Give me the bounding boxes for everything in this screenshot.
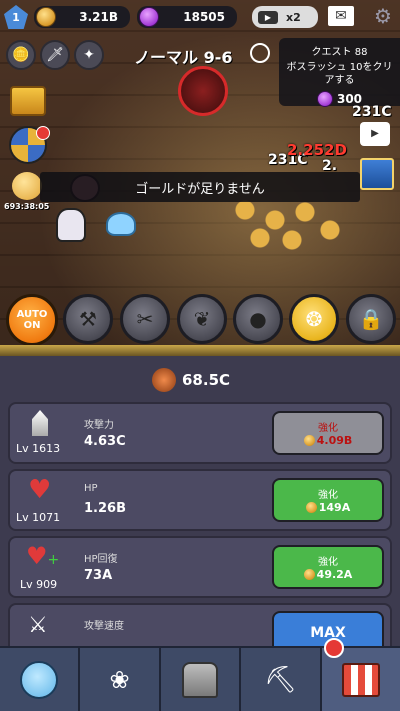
heart-icon: ♥ bbox=[28, 475, 52, 505]
treasure-chest-icon[interactable] bbox=[10, 86, 46, 116]
skill-slot-5[interactable]: ❂ bbox=[289, 294, 339, 344]
quest-panel[interactable]: クエスト 88 ボスラッシュ 10をクリアする 300 bbox=[279, 38, 400, 107]
wing-skill-icon: ❦ bbox=[193, 307, 211, 331]
slime-pet bbox=[106, 212, 136, 236]
damage-number-critical: 2.252D bbox=[287, 141, 347, 159]
game-scene[interactable]: 1 3.21B 18505 ▶ x2 ✉ ⚙ 🪙 🗡 ✦ ノーマル 9-6 クエ… bbox=[0, 0, 400, 345]
upgrade-label: 攻撃速度 bbox=[84, 621, 124, 632]
gold-amount: 3.21B bbox=[79, 10, 118, 24]
slime-face-icon bbox=[20, 660, 59, 699]
refresh-stage-icon[interactable] bbox=[250, 43, 270, 63]
pet-timer: 693:38:05 bbox=[4, 202, 50, 211]
upgrade-label: 攻撃力 bbox=[84, 420, 114, 431]
upgrade-button-label: 強化 bbox=[318, 490, 338, 501]
quest-title: クエスト 88 bbox=[311, 47, 368, 58]
axe-icon: ⚔ bbox=[28, 613, 48, 638]
upgrade-cost: 4.09B bbox=[316, 434, 353, 447]
sword-icon bbox=[32, 410, 48, 436]
nav-tab-character[interactable] bbox=[0, 648, 81, 711]
upgrade-card-hp-regen: ♥+ Lv 909 HP回復 73A 強化 49.2A bbox=[8, 536, 392, 598]
skill-slot-1[interactable]: ⚒ bbox=[63, 294, 113, 344]
nav-tab-shop[interactable] bbox=[321, 638, 400, 711]
skill-slot-2[interactable]: ✂ bbox=[120, 294, 170, 344]
lock-icon: 🔒 bbox=[358, 307, 384, 331]
notification-dot-icon bbox=[36, 126, 50, 140]
attack-icon[interactable]: ✦ bbox=[74, 40, 104, 70]
player-level: 1 bbox=[12, 10, 20, 24]
power-crest-icon bbox=[152, 368, 176, 392]
nav-tab-pets[interactable]: ❀ bbox=[80, 648, 161, 711]
mail-icon[interactable]: ✉ bbox=[328, 6, 354, 26]
pet-slimes-icon: ❀ bbox=[109, 665, 130, 694]
upgrade-level: Lv 1613 bbox=[16, 442, 61, 455]
upgrade-card-hp: ♥ Lv 1071 HP 1.26B 強化 149A bbox=[8, 469, 392, 531]
upgrade-value: 1.26B bbox=[84, 501, 126, 516]
damage-number: 231C bbox=[352, 104, 392, 120]
gem-icon bbox=[139, 7, 159, 27]
total-power: 68.5C bbox=[152, 368, 230, 392]
skill-slot-locked[interactable]: 🔒 bbox=[346, 294, 396, 344]
boss-target-icon bbox=[178, 66, 228, 116]
quest-gem-icon bbox=[316, 91, 333, 107]
gem-amount: 18505 bbox=[183, 10, 225, 24]
weapon-icon[interactable]: 🗡 bbox=[40, 40, 70, 70]
video-boost-button[interactable]: ▶ x2 bbox=[252, 6, 318, 28]
panel-divider bbox=[0, 345, 400, 356]
upgrade-level: Lv 909 bbox=[20, 578, 58, 591]
pickaxe-icon: ⛏ bbox=[263, 664, 297, 695]
skill-slot-4[interactable]: ● bbox=[233, 294, 283, 344]
player-level-badge: 1 bbox=[4, 5, 28, 29]
book-icon[interactable] bbox=[360, 158, 394, 190]
upgrade-value: 4.63C bbox=[84, 434, 126, 449]
upgrade-cost: 49.2A bbox=[316, 568, 353, 581]
player-hero bbox=[56, 208, 86, 242]
total-power-value: 68.5C bbox=[182, 371, 231, 389]
settings-gear-icon[interactable]: ⚙ bbox=[372, 5, 394, 27]
upgrade-card-attack: Lv 1613 攻撃力 4.63C 強化 4.09B bbox=[8, 402, 392, 464]
video-play-icon: ▶ bbox=[258, 10, 278, 24]
coin-icon bbox=[303, 435, 315, 446]
shop-notification-dot-icon bbox=[323, 638, 344, 658]
coins-stack-icon[interactable]: 🪙 bbox=[6, 40, 36, 70]
auto-state-label: ON bbox=[23, 320, 41, 331]
gold-counter: 3.21B bbox=[34, 6, 130, 28]
upgrade-value: 73A bbox=[84, 568, 113, 583]
bottom-navigation: ❀ ⛏ bbox=[0, 638, 400, 711]
video-reward-icon[interactable]: ▶ bbox=[360, 122, 390, 146]
heart-plus-icon: ♥+ bbox=[26, 542, 60, 570]
upgrade-cost: 149A bbox=[318, 501, 351, 514]
stage-title: ノーマル 9-6 bbox=[134, 48, 233, 67]
toast-message: ゴールドが足りません bbox=[40, 172, 360, 202]
quest-description: ボスラッシュ 10をクリアする bbox=[286, 62, 393, 86]
flame-skill-icon: ❂ bbox=[305, 307, 323, 331]
coin-icon bbox=[303, 569, 315, 580]
blade-skill-icon: ✂ bbox=[136, 307, 154, 331]
upgrade-button[interactable]: 強化 4.09B bbox=[272, 411, 384, 455]
upgrade-button[interactable]: 強化 149A bbox=[272, 478, 384, 522]
upgrade-label: HP回復 bbox=[84, 554, 118, 565]
upgrade-button[interactable]: 強化 49.2A bbox=[272, 545, 384, 589]
auto-label: AUTO bbox=[16, 309, 48, 320]
upgrade-label: HP bbox=[84, 483, 98, 494]
nav-tab-dungeon[interactable] bbox=[161, 648, 242, 711]
bomb-skill-icon: ● bbox=[249, 307, 267, 331]
nav-tab-mining[interactable]: ⛏ bbox=[241, 648, 322, 711]
video-multiplier: x2 bbox=[286, 10, 301, 24]
upgrade-level: Lv 1071 bbox=[16, 511, 61, 524]
gem-counter: 18505 bbox=[137, 6, 237, 28]
shop-stall-icon bbox=[341, 662, 380, 697]
auto-skill-button[interactable]: AUTO ON bbox=[6, 294, 58, 345]
portal-icon bbox=[182, 661, 219, 698]
hammer-skill-icon: ⚒ bbox=[79, 307, 97, 331]
upgrade-panel: 68.5C Lv 1613 攻撃力 4.63C 強化 4.09B ♥ Lv 10… bbox=[0, 356, 400, 655]
pet-egg-icon[interactable] bbox=[12, 172, 42, 200]
skill-slot-3[interactable]: ❦ bbox=[177, 294, 227, 344]
upgrade-button-label: 強化 bbox=[318, 423, 338, 434]
coin-icon bbox=[305, 502, 317, 513]
upgrade-button-label: 強化 bbox=[318, 557, 338, 568]
gold-coin-icon bbox=[36, 7, 56, 27]
